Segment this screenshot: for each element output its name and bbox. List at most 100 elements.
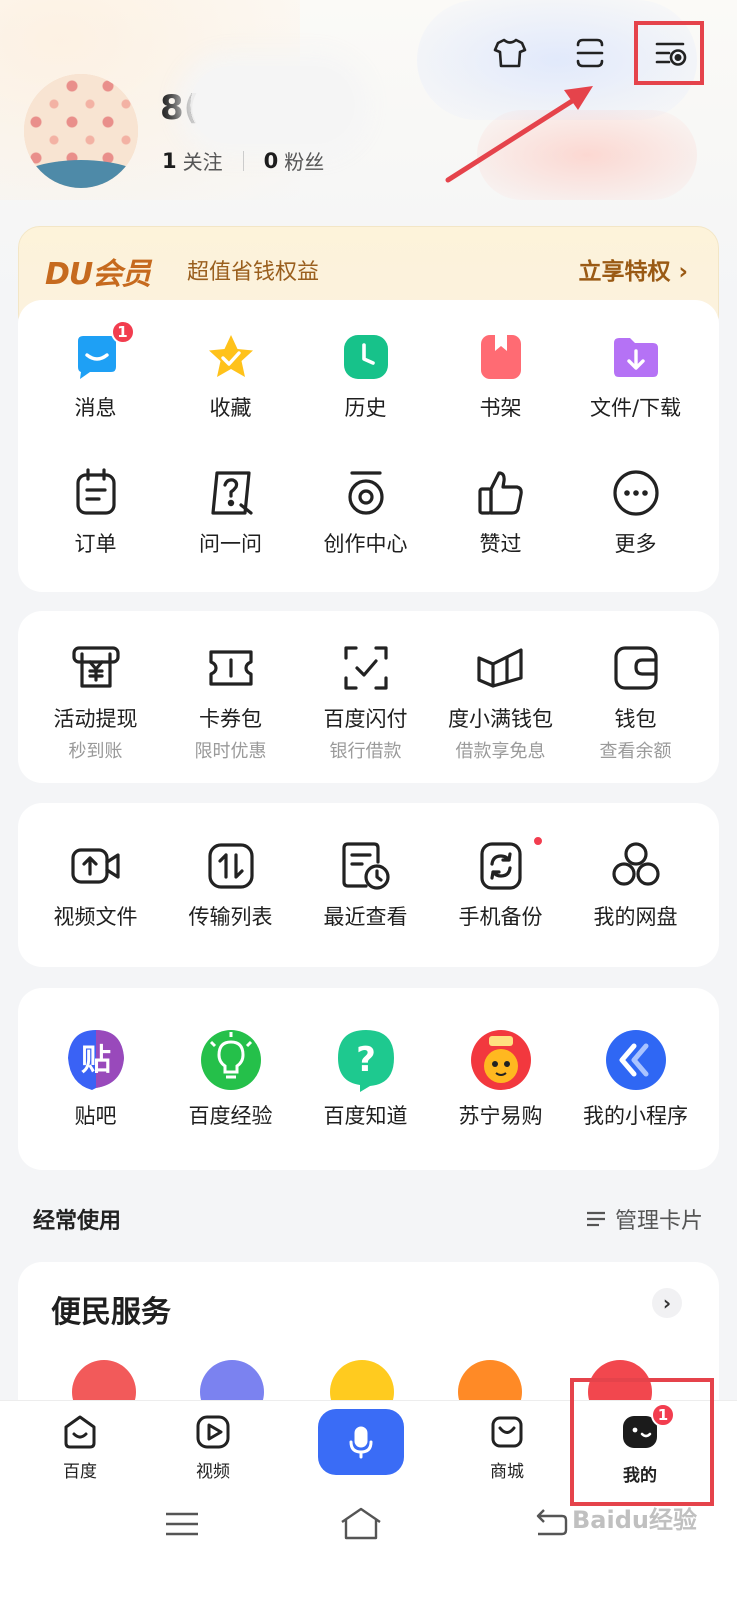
- mini-program-icon: [604, 1028, 668, 1092]
- settings-highlight-frame: [634, 21, 704, 85]
- system-menu-icon[interactable]: [162, 1504, 202, 1544]
- finance-sublabel: 限时优惠: [194, 741, 267, 762]
- suning-icon: [469, 1028, 533, 1092]
- tool-label: 赞过: [479, 532, 522, 556]
- tool-history[interactable]: 历史: [298, 330, 433, 422]
- tool-ask[interactable]: 问一问: [163, 466, 298, 558]
- shop-bag-icon: [491, 1416, 523, 1448]
- more-icon: [609, 466, 663, 520]
- app-suning[interactable]: 苏宁易购: [433, 1028, 568, 1130]
- service-more-button[interactable]: ›: [652, 1288, 682, 1318]
- finance-coupons[interactable]: 卡券包 限时优惠: [163, 641, 298, 763]
- tool-bookshelf[interactable]: 书架: [433, 330, 568, 422]
- tools-row-2: 订单 问一问 创作中心 赞过 更多: [28, 466, 703, 558]
- system-home-icon[interactable]: [338, 1504, 384, 1544]
- app-label: 我的小程序: [583, 1104, 688, 1128]
- video-upload-icon: [69, 839, 123, 893]
- nav-shop[interactable]: 商城: [447, 1413, 567, 1482]
- tool-label: 更多: [614, 532, 657, 556]
- download-folder-icon: [609, 330, 663, 384]
- recent-file-icon: [339, 839, 393, 893]
- svg-text:贴: 贴: [81, 1043, 111, 1078]
- nav-label: 百度: [63, 1462, 97, 1482]
- red-arrow-annotation: [445, 86, 593, 183]
- app-mini-programs[interactable]: 我的小程序: [568, 1028, 703, 1130]
- app-tieba[interactable]: 贴 贴吧: [28, 1028, 163, 1130]
- tool-label: 文件/下载: [589, 396, 682, 420]
- tool-orders[interactable]: 订单: [28, 466, 163, 558]
- transfer-icon: [204, 839, 258, 893]
- flash-pay-icon: [339, 641, 393, 695]
- following-count[interactable]: 1: [162, 149, 177, 173]
- avatar[interactable]: [24, 74, 138, 188]
- following-label[interactable]: 关注: [183, 146, 223, 175]
- wallet-icon: [609, 641, 663, 695]
- nav-baidu[interactable]: 百度: [20, 1413, 140, 1482]
- manage-cards-label: 管理卡片: [614, 1209, 703, 1234]
- nav-video[interactable]: 视频: [153, 1413, 273, 1482]
- tool-message[interactable]: 1 消息: [28, 320, 163, 422]
- manage-cards-button[interactable]: 管理卡片: [585, 1203, 703, 1235]
- finance-flash-pay[interactable]: 百度闪付 银行借款: [298, 641, 433, 763]
- netdisk-label: 视频文件: [53, 905, 138, 929]
- menu-scan-icon[interactable]: [567, 30, 613, 76]
- tool-label: 消息: [74, 396, 117, 420]
- message-icon: 1: [69, 320, 135, 384]
- vip-logo: DU会员: [45, 257, 151, 292]
- coupon-icon: [204, 641, 258, 695]
- finance-label: 度小满钱包: [448, 707, 553, 731]
- microphone-icon: [349, 1426, 373, 1459]
- vip-cta-link[interactable]: 立享特权 ›: [579, 252, 689, 286]
- tool-files-download[interactable]: 文件/下载: [568, 330, 703, 422]
- finance-wallet[interactable]: 钱包 查看余额: [568, 641, 703, 763]
- netdisk-row: 视频文件 传输列表 最近查看 手机备份 我的网盘: [28, 835, 703, 931]
- tshirt-icon[interactable]: [487, 30, 533, 76]
- netdisk-label: 手机备份: [458, 905, 543, 929]
- netdisk-icon: [609, 839, 663, 893]
- cash-withdraw-icon: [69, 641, 123, 695]
- nav-label: 商城: [490, 1462, 524, 1482]
- tool-more[interactable]: 更多: [568, 466, 703, 558]
- netdisk-label: 传输列表: [188, 905, 273, 929]
- apps-card: 贴 贴吧 百度经验 ? 百度知道 苏宁易购 我的小程序: [18, 988, 719, 1170]
- system-back-icon[interactable]: [530, 1504, 570, 1544]
- watermark: Baidu经验: [572, 1506, 697, 1534]
- netdisk-label: 我的网盘: [593, 905, 678, 929]
- finance-duxiaoman-wallet[interactable]: 度小满钱包 借款享免息: [433, 641, 568, 763]
- star-icon: [204, 330, 258, 384]
- finance-cash-withdraw[interactable]: 活动提现 秒到账: [28, 641, 163, 763]
- finance-sublabel: 银行借款: [329, 741, 402, 762]
- tool-creation-center[interactable]: 创作中心: [298, 466, 433, 558]
- app-label: 贴吧: [74, 1104, 117, 1128]
- baidu-home-icon: [64, 1415, 96, 1449]
- clock-icon: [339, 330, 393, 384]
- netdisk-video-files[interactable]: 视频文件: [28, 839, 163, 931]
- zhidao-icon: ?: [334, 1028, 398, 1092]
- voice-search-button[interactable]: [318, 1409, 404, 1475]
- order-icon: [69, 466, 123, 520]
- netdisk-transfer-list[interactable]: 传输列表: [163, 839, 298, 931]
- app-jingyan[interactable]: 百度经验: [163, 1028, 298, 1130]
- tool-label: 问一问: [199, 532, 262, 556]
- finance-label: 钱包: [614, 707, 657, 731]
- tool-label: 创作中心: [323, 532, 408, 556]
- message-badge: 1: [110, 320, 135, 344]
- tool-liked[interactable]: 赞过: [433, 466, 568, 558]
- finance-card: 活动提现 秒到账 卡券包 限时优惠 百度闪付 银行借款 度小满钱包 借款享免息: [18, 611, 719, 783]
- tool-label: 收藏: [209, 396, 252, 420]
- fans-label[interactable]: 粉丝: [284, 146, 324, 175]
- app-zhidao[interactable]: ? 百度知道: [298, 1028, 433, 1130]
- video-play-icon: [196, 1415, 230, 1449]
- tool-favorites[interactable]: 收藏: [163, 330, 298, 422]
- nav-label: 视频: [196, 1462, 230, 1482]
- tool-label: 历史: [344, 396, 387, 420]
- follow-stats: 1 关注 0 粉丝: [162, 146, 324, 175]
- netdisk-my-disk[interactable]: 我的网盘: [568, 839, 703, 931]
- tools-card: 1 消息 收藏 历史 书架 文件/下载 订单 问一问 创作中心 赞过 更多: [18, 300, 719, 592]
- wallet-book-icon: [474, 641, 528, 695]
- netdisk-phone-backup[interactable]: 手机备份: [433, 835, 568, 931]
- netdisk-card: 视频文件 传输列表 最近查看 手机备份 我的网盘: [18, 803, 719, 967]
- netdisk-recent[interactable]: 最近查看: [298, 839, 433, 931]
- fans-count[interactable]: 0: [264, 149, 279, 173]
- tool-label: 订单: [74, 532, 117, 556]
